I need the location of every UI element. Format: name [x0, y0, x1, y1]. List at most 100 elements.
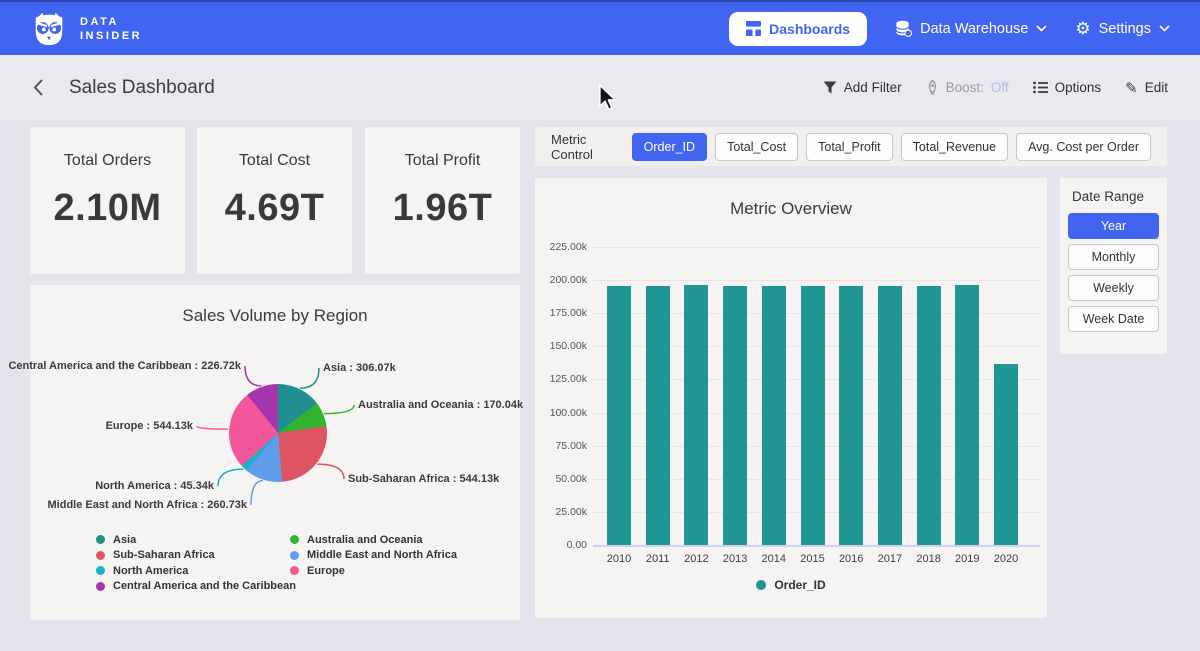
metric-option-avg-cost-per-order[interactable]: Avg. Cost per Order: [1016, 133, 1151, 161]
pie-label-central-america-and-the-caribbean: Central America and the Caribbean : 226.…: [8, 360, 241, 372]
brand[interactable]: DATA INSIDER: [30, 10, 142, 48]
page-header: Sales Dashboard Add Filter Boost: Off: [0, 55, 1200, 120]
bar-chart-title: Metric Overview: [535, 199, 1047, 219]
pie-label-sub-saharan-africa: Sub-Saharan Africa : 544.13k: [348, 473, 499, 485]
x-axis-line: [593, 545, 1040, 547]
chevron-down-icon: [1159, 25, 1170, 32]
kpi-value: 4.69T: [225, 187, 325, 230]
x-axis-tick: 2014: [752, 553, 796, 565]
dashboards-grid-icon: [746, 21, 761, 36]
date-range-option-weekly[interactable]: Weekly: [1068, 275, 1159, 301]
bar-2020[interactable]: [994, 364, 1018, 545]
list-icon: [1033, 81, 1048, 94]
legend-label: Sub-Saharan Africa: [113, 549, 215, 561]
legend-label: Australia and Oceania: [307, 534, 423, 546]
x-axis-tick: 2012: [674, 553, 718, 565]
bar-2019[interactable]: [955, 285, 979, 545]
date-range-options: Year Monthly Weekly Week Date: [1068, 213, 1159, 332]
pie-leader-line-australia-and-oceania: [324, 405, 354, 414]
x-axis-tick: 2010: [597, 553, 641, 565]
metric-option-order-id[interactable]: Order_ID: [632, 133, 707, 161]
bar-2013[interactable]: [723, 286, 747, 545]
y-axis-tick: 225.00k: [537, 241, 587, 253]
edit-button[interactable]: ✎ Edit: [1125, 79, 1168, 97]
pie-legend-item-middle-east-and-north-africa[interactable]: Middle East and North Africa: [290, 548, 457, 564]
pie-chart[interactable]: [229, 384, 327, 482]
legend-label: Europe: [307, 565, 345, 577]
metric-option-total-profit[interactable]: Total_Profit: [806, 133, 893, 161]
date-range-option-monthly[interactable]: Monthly: [1068, 244, 1159, 270]
pie-label-middle-east-and-north-africa: Middle East and North Africa : 260.73k: [48, 499, 247, 511]
bar-2014[interactable]: [762, 286, 786, 545]
legend-label: Asia: [113, 534, 136, 546]
boost-status: Off: [991, 80, 1009, 95]
metric-option-total-cost[interactable]: Total_Cost: [715, 133, 798, 161]
pie-legend-item-sub-saharan-africa[interactable]: Sub-Saharan Africa: [96, 548, 296, 564]
pie-legend-item-asia[interactable]: Asia: [96, 532, 296, 548]
chevron-down-icon: [1036, 25, 1047, 32]
pie-legend-column-1: Asia Sub-Saharan Africa North AmericaCentr…: [96, 532, 296, 594]
chevron-left-icon: [32, 78, 45, 97]
x-axis-tick: 2019: [945, 553, 989, 565]
pie-leader-line-middle-east-and-north-africa: [251, 481, 263, 505]
metric-control-bar: Metric Control Order_IDTotal_CostTotal_P…: [535, 127, 1167, 166]
pie-legend-item-north-america[interactable]: North America: [96, 563, 296, 579]
pie-chart-title: Sales Volume by Region: [30, 306, 520, 326]
y-axis-tick: 100.00k: [537, 407, 587, 419]
y-axis-tick: 50.00k: [537, 473, 587, 485]
legend-dot: [96, 582, 105, 591]
kpi-card-total-cost: Total Cost 4.69T: [197, 127, 352, 274]
pie-legend-item-europe[interactable]: Europe: [290, 563, 457, 579]
pie-legend-item-central-america-and-the-caribbean[interactable]: Central America and the Caribbean: [96, 579, 296, 595]
page-title: Sales Dashboard: [69, 77, 215, 99]
nav-settings[interactable]: ⚙ Settings: [1075, 20, 1170, 37]
bar-2018[interactable]: [917, 286, 941, 545]
legend-dot: [290, 535, 299, 544]
metric-option-total-revenue[interactable]: Total_Revenue: [901, 133, 1008, 161]
x-axis-tick: 2016: [829, 553, 873, 565]
date-range-option-year[interactable]: Year: [1068, 213, 1159, 239]
kpi-label: Total Cost: [239, 152, 310, 170]
legend-dot: [96, 566, 105, 575]
y-axis-tick: 0.00: [537, 539, 587, 551]
legend-label: Central America and the Caribbean: [113, 580, 296, 592]
metric-overview-chart-card: Metric Overview Order_ID 225.00k200.00k1…: [535, 178, 1047, 618]
y-axis-tick: 150.00k: [537, 340, 587, 352]
back-button[interactable]: [32, 78, 45, 97]
navbar-menu: Dashboards Data Warehouse ⚙ Settings: [729, 12, 1170, 46]
bar-2012[interactable]: [684, 285, 708, 545]
bar-2015[interactable]: [801, 286, 825, 545]
nav-dashboards-button[interactable]: Dashboards: [729, 12, 867, 46]
bar-2010[interactable]: [607, 286, 631, 545]
legend-dot: [96, 551, 105, 560]
y-axis-tick: 25.00k: [537, 506, 587, 518]
pie-legend-item-australia-and-oceania[interactable]: Australia and Oceania: [290, 532, 457, 548]
pie-label-north-america: North America : 45.34k: [95, 480, 214, 492]
kpi-label: Total Profit: [405, 152, 481, 170]
kpi-card-total-orders: Total Orders 2.10M: [30, 127, 185, 274]
nav-data-warehouse[interactable]: Data Warehouse: [895, 20, 1047, 37]
filter-funnel-icon: [823, 81, 837, 94]
header-actions: Add Filter Boost: Off Options: [823, 79, 1168, 97]
app-window: DATA INSIDER Dashboards: [0, 0, 1200, 651]
x-axis-tick: 2017: [868, 553, 912, 565]
x-axis-tick: 2015: [791, 553, 835, 565]
date-range-label: Date Range: [1072, 189, 1159, 204]
options-button[interactable]: Options: [1033, 80, 1102, 95]
date-range-card: Date Range Year Monthly Weekly Week Date: [1060, 178, 1167, 354]
bar-2011[interactable]: [646, 286, 670, 545]
pie-label-australia-and-oceania: Australia and Oceania : 170.04k: [358, 399, 523, 411]
add-filter-button[interactable]: Add Filter: [823, 80, 902, 95]
sales-by-region-card: Sales Volume by Region Asia : 306.07kAus…: [30, 285, 520, 620]
gridline: [593, 280, 1040, 281]
bar-2016[interactable]: [839, 286, 863, 545]
x-axis-tick: 2020: [984, 553, 1028, 565]
bar-chart-legend[interactable]: Order_ID: [535, 578, 1047, 592]
boost-toggle[interactable]: Boost: Off: [926, 80, 1009, 95]
legend-dot: [756, 580, 766, 590]
kpi-value: 2.10M: [53, 187, 161, 230]
rocket-icon: [926, 80, 939, 95]
legend-dot: [290, 551, 299, 560]
bar-2017[interactable]: [878, 286, 902, 545]
date-range-option-week-date[interactable]: Week Date: [1068, 306, 1159, 332]
